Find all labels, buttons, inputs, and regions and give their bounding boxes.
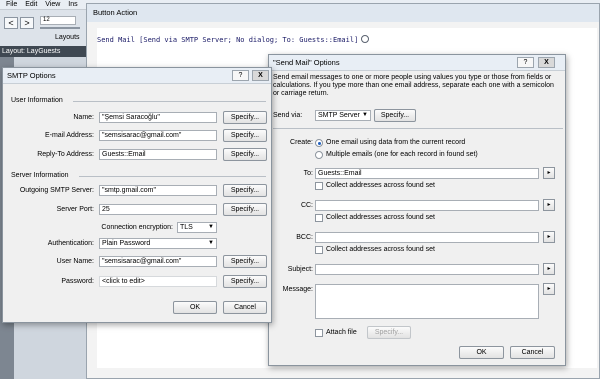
smtp-cancel-button[interactable]: Cancel (223, 301, 267, 314)
smtp-ok-button[interactable]: OK (173, 301, 217, 314)
menu-edit[interactable]: Edit (25, 1, 37, 8)
subject-field[interactable] (315, 264, 539, 275)
send-mail-cancel-button[interactable]: Cancel (510, 346, 555, 359)
menu-file[interactable]: File (6, 1, 17, 8)
menu-view[interactable]: View (45, 1, 60, 8)
close-icon[interactable]: X (538, 57, 555, 68)
record-slider[interactable] (40, 27, 80, 29)
menu-insert[interactable]: Ins (68, 1, 77, 8)
step-options-icon[interactable] (361, 35, 370, 43)
smtp-options-dialog: SMTP Options ? X User Information Name: … (2, 67, 272, 323)
message-specify-arrow-icon[interactable]: ▸ (543, 283, 555, 295)
message-label: Message: (282, 286, 313, 293)
send-via-specify-button[interactable]: Specify... (374, 109, 416, 122)
chevron-down-icon: ▼ (362, 112, 368, 118)
message-field[interactable] (315, 284, 539, 319)
reply-to-specify-button[interactable]: Specify... (223, 148, 267, 161)
to-collect-label: Collect addresses across found set (326, 182, 435, 189)
attach-file-checkbox[interactable] (315, 329, 323, 337)
record-number-field[interactable]: 12 (40, 16, 76, 25)
send-mail-description: Send email messages to one or more peopl… (273, 74, 554, 97)
authentication-value: Plain Password (102, 240, 151, 247)
cc-collect-label: Collect addresses across found set (326, 214, 435, 221)
chevron-down-icon: ▼ (208, 240, 214, 246)
to-field[interactable]: Guests::Email (315, 168, 539, 179)
create-multiple-radio[interactable] (315, 151, 323, 159)
layout-bar[interactable]: Layout: LayGuests (0, 46, 90, 57)
bcc-field[interactable] (315, 232, 539, 243)
button-action-title: Button Action (87, 4, 599, 22)
send-mail-title: "Send Mail" Options (273, 58, 340, 67)
attach-file-label: Attach file (326, 329, 357, 336)
server-port-label: Server Port: (56, 206, 94, 213)
smtp-titlebar: SMTP Options ? X (3, 68, 271, 84)
status-toolbar: < > 12 Layouts (0, 10, 90, 46)
authentication-label: Authentication: (47, 240, 94, 247)
password-label: Password: (61, 278, 94, 285)
cc-collect-checkbox[interactable] (315, 214, 323, 222)
cc-field[interactable] (315, 200, 539, 211)
smtp-server-field[interactable]: "smtp.gmail.com" (99, 185, 217, 196)
bcc-specify-arrow-icon[interactable]: ▸ (543, 231, 555, 243)
bcc-label: BCC: (296, 234, 313, 241)
divider (79, 176, 266, 177)
create-one-label: One email using data from the current re… (326, 139, 466, 146)
send-via-select[interactable]: SMTP Server ▼ (315, 110, 371, 121)
back-button[interactable]: < (4, 17, 18, 29)
bcc-collect-label: Collect addresses across found set (326, 246, 435, 253)
send-mail-ok-button[interactable]: OK (459, 346, 504, 359)
create-multiple-label: Multiple emails (one for each record in … (326, 151, 478, 158)
to-collect-checkbox[interactable] (315, 182, 323, 190)
send-mail-dialog: "Send Mail" Options ? X Send email messa… (268, 54, 566, 366)
subject-specify-arrow-icon[interactable]: ▸ (543, 263, 555, 275)
user-name-label: User Name: (56, 258, 94, 265)
help-icon[interactable]: ? (232, 70, 249, 81)
reply-to-label: Reply-To Address: (37, 151, 94, 158)
reply-to-field[interactable]: Guests::Email (99, 149, 217, 160)
close-icon[interactable]: X (252, 70, 269, 81)
server-info-header: Server Information (11, 172, 69, 179)
encryption-value: TLS (180, 224, 193, 231)
divider (273, 128, 563, 129)
send-mail-titlebar: "Send Mail" Options ? X (269, 55, 565, 71)
subject-label: Subject: (287, 266, 313, 273)
divider (73, 101, 266, 102)
attach-specify-button[interactable]: Specify... (367, 326, 411, 339)
create-one-radio[interactable] (315, 139, 323, 147)
password-specify-button[interactable]: Specify... (223, 275, 267, 288)
chevron-down-icon: ▼ (208, 224, 214, 230)
encryption-select[interactable]: TLS ▼ (177, 222, 217, 233)
script-step-text: Send Mail [Send via SMTP Server; No dial… (97, 36, 359, 44)
user-name-specify-button[interactable]: Specify... (223, 255, 267, 268)
encryption-label: Connection encryption: (101, 224, 173, 231)
cc-specify-arrow-icon[interactable]: ▸ (543, 199, 555, 211)
help-icon[interactable]: ? (517, 57, 534, 68)
email-label: E-mail Address: (44, 132, 94, 139)
email-field[interactable]: "semsisarac@gmail.com" (99, 130, 217, 141)
user-name-field[interactable]: "semsisarac@gmail.com" (99, 256, 217, 267)
password-field[interactable]: <click to edit> (99, 276, 217, 287)
name-label: Name: (73, 114, 94, 121)
user-info-header: User Information (11, 97, 63, 104)
server-port-specify-button[interactable]: Specify... (223, 203, 267, 216)
forward-button[interactable]: > (20, 17, 34, 29)
authentication-select[interactable]: Plain Password ▼ (99, 238, 217, 249)
smtp-server-label: Outgoing SMTP Server: (19, 187, 94, 194)
smtp-title: SMTP Options (7, 71, 56, 80)
bcc-collect-checkbox[interactable] (315, 246, 323, 254)
server-port-field[interactable]: 25 (99, 204, 217, 215)
create-label: Create: (290, 139, 313, 146)
to-specify-arrow-icon[interactable]: ▸ (543, 167, 555, 179)
send-via-label: Send via: (273, 112, 303, 119)
send-via-value: SMTP Server (318, 112, 360, 119)
smtp-server-specify-button[interactable]: Specify... (223, 184, 267, 197)
script-step[interactable]: Send Mail [Send via SMTP Server; No dial… (97, 35, 397, 45)
email-specify-button[interactable]: Specify... (223, 129, 267, 142)
cc-label: CC: (300, 202, 313, 209)
name-field[interactable]: "Şemsi Saracoğlu" (99, 112, 217, 123)
name-specify-button[interactable]: Specify... (223, 111, 267, 124)
layouts-label: Layouts (55, 34, 80, 41)
to-label: To: (303, 170, 313, 177)
